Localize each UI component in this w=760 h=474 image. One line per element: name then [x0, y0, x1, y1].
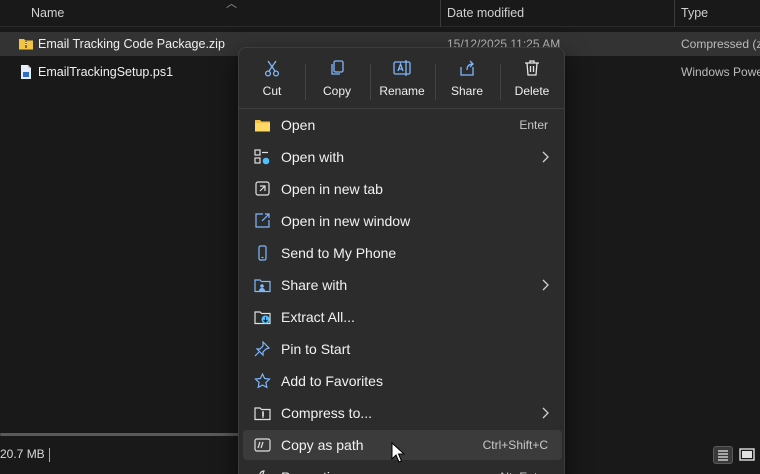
chevron-right-icon	[540, 151, 550, 163]
menu-item-label: Properties	[281, 462, 345, 474]
status-divider	[49, 448, 50, 462]
menu-item-share-with[interactable]: Share with	[243, 270, 562, 300]
file-type: Compressed (zi	[681, 37, 760, 51]
new-window-icon	[254, 213, 271, 229]
scissors-icon	[263, 59, 281, 77]
cut-label: Cut	[262, 84, 282, 98]
folder-icon	[254, 117, 271, 133]
chevron-right-icon	[540, 279, 550, 291]
open-with-icon	[254, 149, 271, 165]
quick-actions-bar: Cut Copy Rename Share Delete	[239, 54, 564, 104]
menu-item-label: Extract All...	[281, 309, 355, 325]
rename-label: Rename	[379, 84, 425, 98]
menu-item-open[interactable]: Open Enter	[243, 110, 562, 140]
properties-icon	[254, 469, 271, 474]
menu-item-open-new-tab[interactable]: Open in new tab	[243, 174, 562, 204]
menu-item-label: Share with	[281, 277, 348, 293]
share-button[interactable]: Share	[436, 54, 498, 104]
menu-item-label: Send to My Phone	[281, 245, 397, 261]
copy-icon	[328, 59, 346, 77]
menu-item-label: Add to Favorites	[281, 373, 383, 389]
horizontal-scrollbar[interactable]	[0, 433, 240, 436]
menu-item-label: Copy as path	[281, 437, 364, 453]
column-divider[interactable]	[674, 0, 675, 27]
share-label: Share	[450, 84, 484, 98]
menu-item-shortcut: Enter	[519, 118, 548, 132]
menu-item-label: Open in new tab	[281, 181, 383, 197]
details-view-button[interactable]	[713, 446, 733, 464]
menu-item-compress-to[interactable]: Compress to...	[243, 398, 562, 428]
menu-divider	[239, 108, 564, 109]
new-tab-icon	[254, 181, 271, 197]
file-name: Email Tracking Code Package.zip	[38, 37, 225, 51]
file-type: Windows Powe	[681, 65, 760, 79]
tiles-view-button[interactable]	[737, 446, 757, 464]
column-divider[interactable]	[440, 0, 441, 27]
copy-button[interactable]: Copy	[306, 54, 368, 104]
copy-label: Copy	[322, 84, 351, 98]
menu-item-pin-to-start[interactable]: Pin to Start	[243, 334, 562, 364]
phone-icon	[254, 245, 271, 261]
file-name: EmailTrackingSetup.ps1	[38, 65, 174, 79]
context-menu: Cut Copy Rename Share Delete Open Enter …	[238, 47, 565, 474]
menu-item-shortcut: Alt+Enter	[498, 462, 548, 474]
chevron-right-icon	[540, 407, 550, 419]
star-icon	[254, 372, 271, 389]
menu-item-label: Compress to...	[281, 405, 373, 421]
pin-icon	[254, 340, 271, 357]
share-icon	[458, 59, 476, 77]
column-date-modified[interactable]: Date modified	[447, 0, 524, 27]
powershell-script-icon	[18, 64, 34, 80]
menu-item-add-to-favorites[interactable]: Add to Favorites	[243, 366, 562, 396]
menu-item-send-to-phone[interactable]: Send to My Phone	[243, 238, 562, 268]
column-type[interactable]: Type	[681, 0, 708, 27]
rename-icon	[393, 59, 411, 77]
compress-icon	[254, 405, 271, 421]
menu-item-open-with[interactable]: Open with	[243, 142, 562, 172]
mouse-cursor-icon	[391, 441, 406, 464]
menu-item-label: Open	[281, 117, 316, 133]
cut-button[interactable]: Cut	[241, 54, 303, 104]
menu-item-label: Open in new window	[281, 213, 411, 229]
column-header: ︿ Name Date modified Type	[0, 0, 760, 27]
copy-path-icon	[254, 437, 271, 453]
selection-size: 20.7 MB	[0, 447, 45, 461]
delete-label: Delete	[514, 84, 550, 98]
menu-item-label: Open with	[281, 149, 345, 165]
sort-caret-icon[interactable]: ︿	[226, 0, 237, 11]
rename-button[interactable]: Rename	[371, 54, 433, 104]
zip-folder-icon	[18, 36, 34, 52]
menu-item-open-new-window[interactable]: Open in new window	[243, 206, 562, 236]
menu-item-extract-all[interactable]: Extract All...	[243, 302, 562, 332]
trash-icon	[523, 59, 541, 77]
menu-item-label: Pin to Start	[281, 341, 351, 357]
extract-icon	[254, 309, 271, 325]
menu-item-shortcut: Ctrl+Shift+C	[482, 438, 548, 452]
column-name[interactable]: Name	[31, 0, 64, 27]
delete-button[interactable]: Delete	[501, 54, 563, 104]
share-with-icon	[254, 277, 271, 293]
